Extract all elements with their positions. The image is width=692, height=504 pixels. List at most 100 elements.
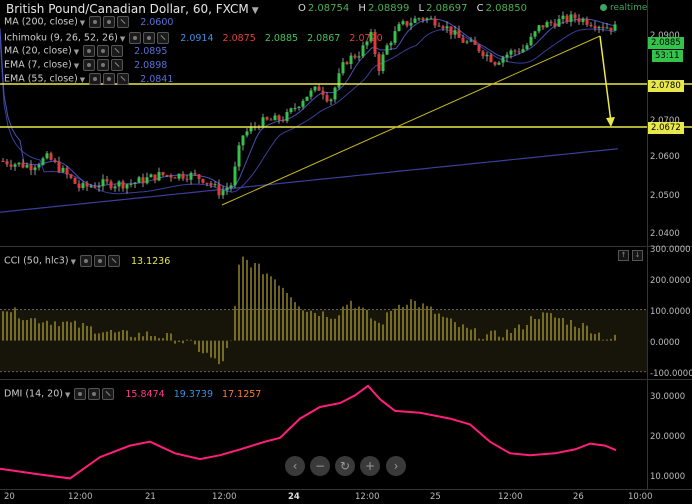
current-price-tag: 2.0885 [648, 37, 684, 49]
settings-icon[interactable] [103, 73, 116, 85]
candle-body [109, 181, 113, 189]
reset-button[interactable]: ↻ [335, 456, 355, 476]
legend-ema7[interactable]: EMA (7, close) ▼ 2.0898 [4, 59, 167, 71]
candle-body [281, 120, 285, 122]
candle-body [269, 119, 273, 121]
eye-icon[interactable] [129, 32, 142, 44]
candle-body [185, 178, 189, 180]
candle-body [397, 24, 401, 32]
legend-ichimoku[interactable]: Ichimoku (9, 26, 52, 26) ▼ 2.0914 2.0875 … [4, 32, 383, 44]
chevron-down-icon[interactable]: ▼ [120, 35, 125, 43]
candle-body [329, 99, 333, 102]
close-icon[interactable] [157, 32, 170, 44]
realtime-indicator: realtime [600, 3, 647, 13]
settings-icon[interactable] [97, 45, 110, 57]
settings-icon[interactable] [97, 59, 110, 71]
legend-ma20[interactable]: MA (20, close) ▼ 2.0895 [4, 45, 167, 57]
candle-body [381, 54, 385, 71]
candle-body [189, 172, 193, 180]
candle-body [437, 25, 441, 27]
candle-body [173, 177, 177, 179]
candle-body [65, 167, 69, 175]
candle-body [321, 90, 325, 96]
cci-tick: -100.0000 [650, 369, 692, 379]
candle-body [481, 51, 485, 57]
candle-body [141, 177, 145, 184]
close-icon[interactable] [102, 388, 115, 400]
chevron-down-icon[interactable]: ▼ [71, 258, 76, 266]
candle-body [201, 178, 205, 183]
indicator-name: MA (20, close) [4, 45, 72, 57]
settings-icon[interactable] [143, 32, 156, 44]
candle-body [385, 45, 389, 55]
scroll-left-button[interactable]: ‹ [285, 456, 305, 476]
indicator-value: 19.3739 [173, 388, 214, 400]
time-axis-border [0, 489, 692, 490]
close-icon[interactable] [107, 255, 120, 267]
candle-body [121, 181, 125, 189]
candle-body [613, 24, 617, 31]
close-icon[interactable] [117, 16, 130, 28]
pane-up-icon[interactable]: ↑ [618, 250, 629, 261]
candle-body [609, 27, 613, 31]
zoom-out-button[interactable]: − [310, 456, 330, 476]
time-label: 12:00 [68, 492, 93, 502]
indicator-value: 2.0885 [264, 32, 299, 44]
candle-body [545, 22, 549, 28]
zoom-in-button[interactable]: + [360, 456, 380, 476]
price-axis-border [647, 0, 648, 490]
symbol-title[interactable]: British Pound/Canadian Dollar, 60, FXCM ▼ [6, 2, 259, 16]
eye-icon[interactable] [89, 73, 102, 85]
close-icon[interactable] [111, 45, 124, 57]
candle-body [261, 117, 265, 128]
candle-body [1, 161, 5, 162]
time-label: 26 [573, 492, 584, 502]
candle-body [289, 108, 293, 113]
chevron-down-icon[interactable]: ▼ [74, 62, 79, 70]
legend-cci[interactable]: CCI (50, hlc3) ▼ 13.1236 [4, 255, 170, 267]
candle-body [245, 131, 249, 136]
high-key: H [358, 3, 366, 14]
chevron-down-icon[interactable]: ▼ [80, 19, 85, 27]
eye-icon[interactable] [74, 388, 87, 400]
candle-body [133, 182, 137, 184]
candle-body [401, 21, 405, 25]
candle-body [341, 62, 345, 74]
indicator-name: Ichimoku (9, 26, 52, 26) [4, 32, 118, 44]
eye-icon[interactable] [83, 45, 96, 57]
dmi-tick: 10.0000 [650, 472, 686, 482]
close-icon[interactable] [111, 59, 124, 71]
legend-dmi[interactable]: DMI (14, 20) ▼ 15.8474 19.3739 17.1257 [4, 388, 261, 400]
chevron-down-icon[interactable]: ▼ [74, 48, 79, 56]
open-key: O [298, 3, 306, 14]
close-icon[interactable] [117, 73, 130, 85]
candle-body [217, 184, 221, 196]
legend-ma200[interactable]: MA (200, close) ▼ 2.0600 [4, 16, 173, 28]
pane-separator-dmi[interactable] [0, 379, 692, 380]
eye-icon[interactable] [89, 16, 102, 28]
candle-body [585, 18, 589, 25]
settings-icon[interactable] [93, 255, 106, 267]
eye-icon[interactable] [79, 255, 92, 267]
chevron-down-icon[interactable]: ▼ [80, 76, 85, 84]
candle-body [125, 184, 129, 189]
candle-body [361, 45, 365, 57]
chevron-left-icon: ‹ [292, 459, 298, 473]
low-key: L [418, 3, 425, 14]
chevron-down-icon[interactable]: ▼ [65, 391, 70, 399]
candle-body [105, 179, 109, 182]
indicator-value: 2.0875 [222, 32, 256, 44]
candle-body [209, 183, 213, 186]
candle-body [149, 174, 153, 178]
legend-ema55[interactable]: EMA (55, close) ▼ 2.0841 [4, 73, 173, 85]
candle-body [433, 18, 437, 26]
candle-body [457, 30, 461, 38]
pane-down-icon[interactable]: ↓ [632, 250, 643, 261]
realtime-dot-icon [600, 4, 607, 11]
pane-separator-cci[interactable] [0, 246, 692, 247]
settings-icon[interactable] [88, 388, 101, 400]
candle-body [165, 175, 169, 177]
scroll-right-button[interactable]: › [386, 456, 406, 476]
settings-icon[interactable] [103, 16, 116, 28]
eye-icon[interactable] [83, 59, 96, 71]
